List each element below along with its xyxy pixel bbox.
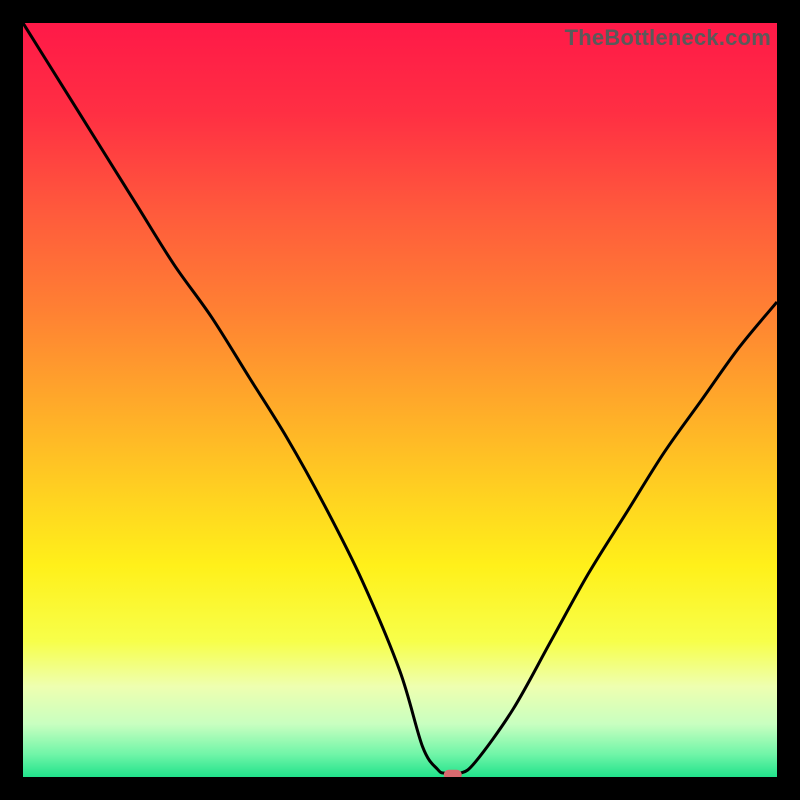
minimum-marker [444, 770, 462, 777]
chart-svg [23, 23, 777, 777]
plot-area [23, 23, 777, 777]
watermark-text: TheBottleneck.com [565, 25, 771, 51]
gradient-background [23, 23, 777, 777]
chart-frame: TheBottleneck.com [23, 23, 777, 777]
